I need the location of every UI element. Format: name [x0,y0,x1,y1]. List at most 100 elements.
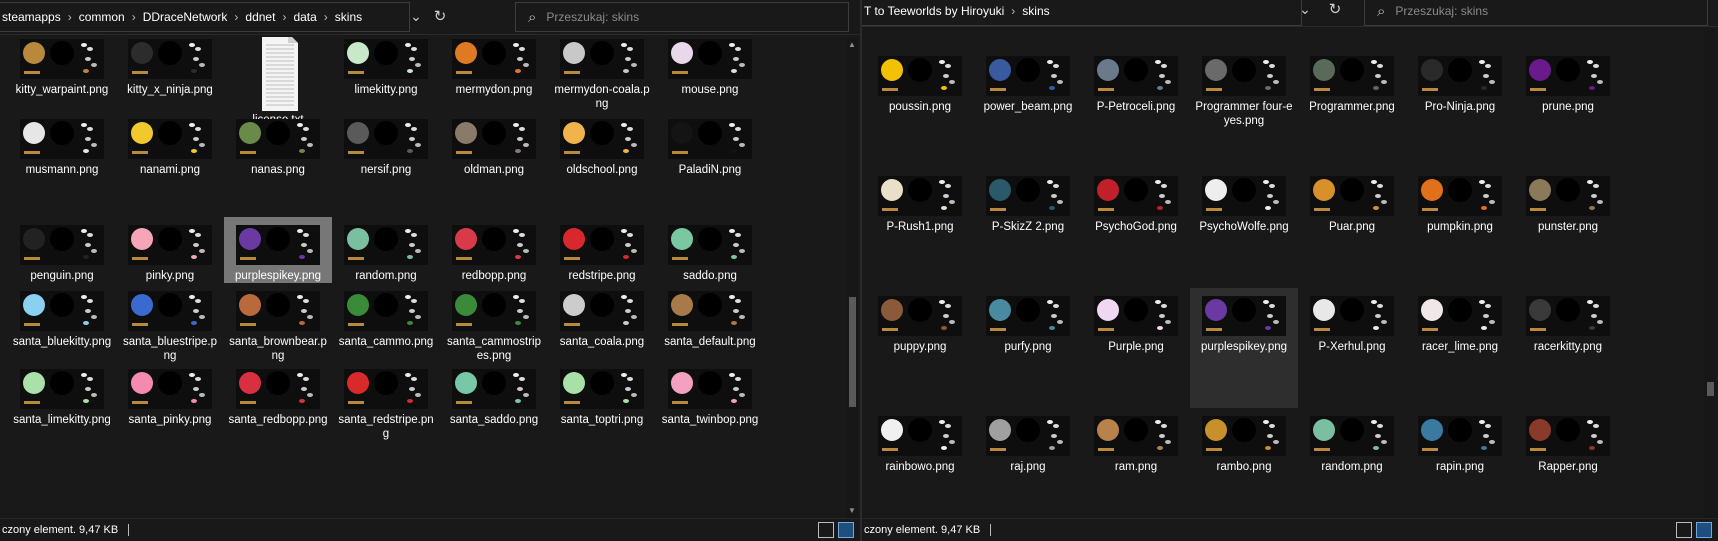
file-item[interactable]: pumpkin.png [1406,168,1514,288]
file-item[interactable]: santa_pinky.png [116,361,224,441]
file-item[interactable]: redbopp.png [440,217,548,283]
file-item[interactable]: oldman.png [440,111,548,217]
file-item[interactable]: Puar.png [1298,168,1406,288]
file-item[interactable]: Pro-Ninja.png [1406,48,1514,168]
file-item[interactable]: kitty_warpaint.png [8,37,116,111]
status-divider [128,524,130,536]
search-input[interactable]: ⌕ Przeszukaj: skins [1364,0,1708,26]
breadcrumb-item[interactable]: steamapps [0,10,64,24]
breadcrumb-item[interactable]: skins [332,10,365,24]
file-item[interactable]: nersif.png [332,111,440,217]
file-item[interactable]: purfy.png [974,288,1082,408]
file-item[interactable]: power_beam.png [974,48,1082,168]
refresh-button[interactable]: ↻ [428,4,452,28]
file-item[interactable]: santa_bluekitty.png [8,283,116,361]
details-view-button[interactable] [818,522,834,538]
file-item[interactable]: random.png [332,217,440,283]
file-name-label: santa_twinbop.png [661,414,759,426]
file-thumbnail [556,115,648,161]
file-item[interactable]: saddo.png [656,217,764,283]
file-item[interactable]: santa_redbopp.png [224,361,332,441]
scroll-up-arrow[interactable]: ▲ [846,39,858,51]
file-item[interactable]: Purple.png [1082,288,1190,408]
scrollbar-thumb[interactable] [849,297,856,407]
breadcrumb-item[interactable]: skins [1019,4,1052,18]
file-item[interactable]: P-Rush1.png [866,168,974,288]
address-bar[interactable]: T to Teeworlds by Hiroyuki › skins [862,0,1302,26]
refresh-button[interactable]: ↻ [1323,0,1347,21]
file-item[interactable]: punster.png [1514,168,1622,288]
breadcrumb-item[interactable]: common [76,10,128,24]
breadcrumb-item[interactable]: T to Teeworlds by Hiroyuki [862,4,1007,18]
scrollbar-thumb[interactable] [1707,382,1714,396]
file-item[interactable]: Programmer four-eyes.png [1190,48,1298,168]
file-item[interactable]: oldschool.png [548,111,656,217]
file-item[interactable]: kitty_x_ninja.png [116,37,224,111]
file-item[interactable]: purplespikey.png [224,217,332,283]
file-item[interactable]: mermydon-coala.png [548,37,656,111]
file-item[interactable]: prune.png [1514,48,1622,168]
file-item[interactable]: Rapper.png [1514,408,1622,519]
file-thumbnail [982,172,1074,218]
file-item[interactable]: rambo.png [1190,408,1298,519]
file-item[interactable]: racerkitty.png [1514,288,1622,408]
file-item[interactable]: rapin.png [1406,408,1514,519]
file-item[interactable]: rainbowo.png [866,408,974,519]
file-item[interactable]: PsychoGod.png [1082,168,1190,288]
file-item[interactable]: puppy.png [866,288,974,408]
file-item[interactable]: musmann.png [8,111,116,217]
file-thumbnail [664,287,756,333]
breadcrumb-item[interactable]: DDraceNetwork [140,10,231,24]
file-item[interactable]: santa_twinbop.png [656,361,764,441]
file-item[interactable]: penguin.png [8,217,116,283]
address-bar[interactable]: steamapps › common › DDraceNetwork › ddnet › dat… [0,2,410,32]
file-item[interactable]: ram.png [1082,408,1190,519]
file-name-label: saddo.png [683,270,737,282]
file-item[interactable]: P-Petroceli.png [1082,48,1190,168]
scroll-down-arrow[interactable]: ▼ [846,505,858,517]
search-input[interactable]: ⌕ Przeszukaj: skins [515,2,849,32]
details-view-button[interactable] [1676,522,1692,538]
file-thumbnail [556,221,648,267]
file-item[interactable]: santa_redstripe.png [332,361,440,441]
address-dropdown-button[interactable]: ⌄ [1293,0,1317,21]
file-thumbnail [556,37,648,81]
file-item[interactable]: PsychoWolfe.png [1190,168,1298,288]
file-name-label: musmann.png [25,164,99,176]
file-item[interactable]: nanami.png [116,111,224,217]
file-item[interactable]: santa_brownbear.png [224,283,332,362]
file-item[interactable]: santa_cammostripes.png [440,283,548,362]
file-item[interactable]: santa_limekitty.png [8,361,116,441]
file-thumbnail [982,52,1074,98]
file-item[interactable]: Programmer.png [1298,48,1406,168]
file-item[interactable]: license.txt [224,37,332,126]
breadcrumb-item[interactable]: ddnet [242,10,278,24]
file-item[interactable]: santa_default.png [656,283,764,361]
file-item[interactable]: poussin.png [866,48,974,168]
large-icons-view-button[interactable] [1696,522,1712,538]
file-item[interactable]: PaladiN.png [656,111,764,217]
file-item[interactable]: racer_lime.png [1406,288,1514,408]
file-item[interactable]: random.png [1298,408,1406,519]
file-item[interactable]: raj.png [974,408,1082,519]
address-dropdown-button[interactable]: ⌄ [404,4,428,28]
file-item[interactable]: santa_coala.png [548,283,656,361]
file-item[interactable]: mermydon.png [440,37,548,111]
vertical-scrollbar[interactable] [1704,28,1716,519]
file-item[interactable]: pinky.png [116,217,224,283]
file-item[interactable]: santa_cammo.png [332,283,440,361]
file-thumbnail [124,115,216,161]
file-item[interactable]: mouse.png [656,37,764,111]
file-item[interactable]: santa_toptri.png [548,361,656,441]
file-item[interactable]: nanas.png [224,111,332,217]
large-icons-view-button[interactable] [838,522,854,538]
file-item[interactable]: santa_saddo.png [440,361,548,441]
breadcrumb-item[interactable]: data [290,10,319,24]
file-item[interactable]: P-SkizZ 2.png [974,168,1082,288]
vertical-scrollbar[interactable]: ▲ ▼ [846,37,858,519]
file-item[interactable]: limekitty.png [332,37,440,111]
file-item[interactable]: purplespikey.png [1190,288,1298,408]
file-item[interactable]: redstripe.png [548,217,656,283]
file-item[interactable]: P-Xerhul.png [1298,288,1406,408]
file-item[interactable]: santa_bluestripe.png [116,283,224,362]
